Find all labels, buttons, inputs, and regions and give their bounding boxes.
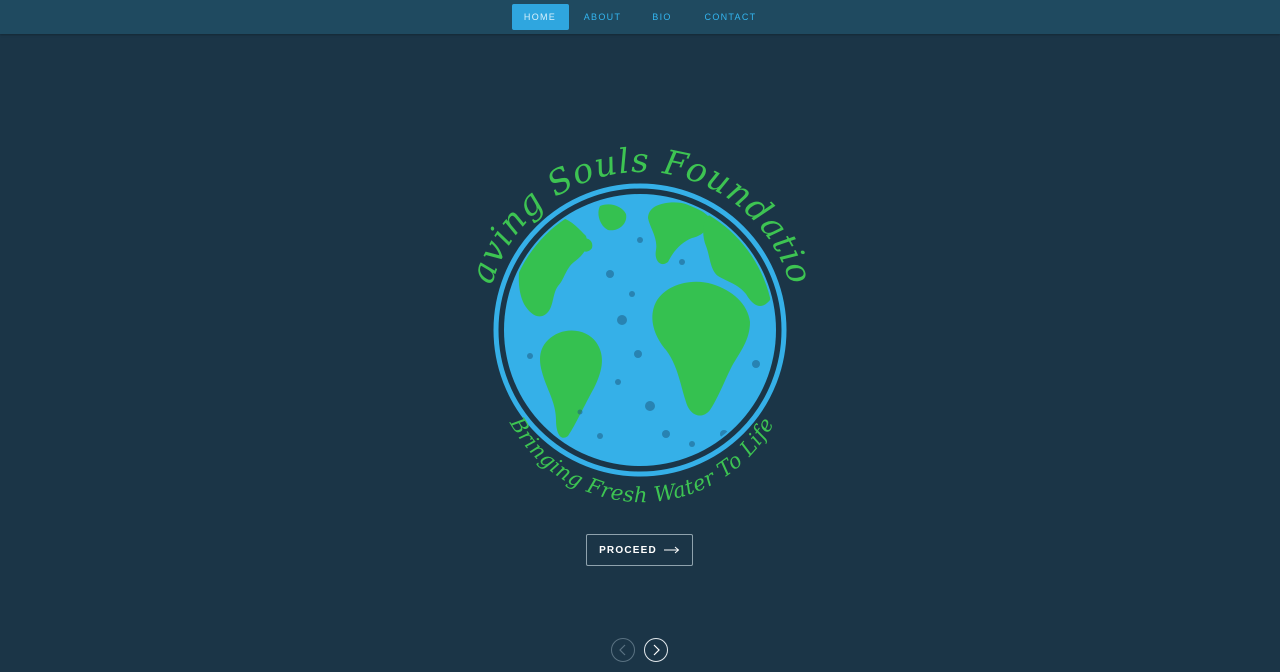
nav-home[interactable]: HOME — [511, 4, 569, 30]
hero-section: Saving Souls Foundation Bringing Fresh W… — [0, 34, 1280, 672]
nav-contact[interactable]: CONTACT — [690, 4, 772, 30]
foundation-logo: Saving Souls Foundation Bringing Fresh W… — [460, 144, 819, 504]
arrow-right-icon — [663, 546, 680, 554]
nav-about[interactable]: ABOUT — [569, 4, 637, 30]
slider-next-button[interactable] — [644, 638, 668, 662]
nav-menu: HOME ABOUT BIO CONTACT — [511, 4, 772, 30]
proceed-button[interactable]: PROCEED — [586, 534, 693, 566]
slider-prev-button[interactable] — [611, 638, 635, 662]
nav-bio[interactable]: BIO — [639, 4, 686, 30]
chevron-left-icon — [619, 644, 626, 656]
chevron-right-icon — [653, 644, 660, 656]
proceed-label: PROCEED — [599, 544, 657, 556]
top-navbar: HOME ABOUT BIO CONTACT — [0, 0, 1280, 34]
